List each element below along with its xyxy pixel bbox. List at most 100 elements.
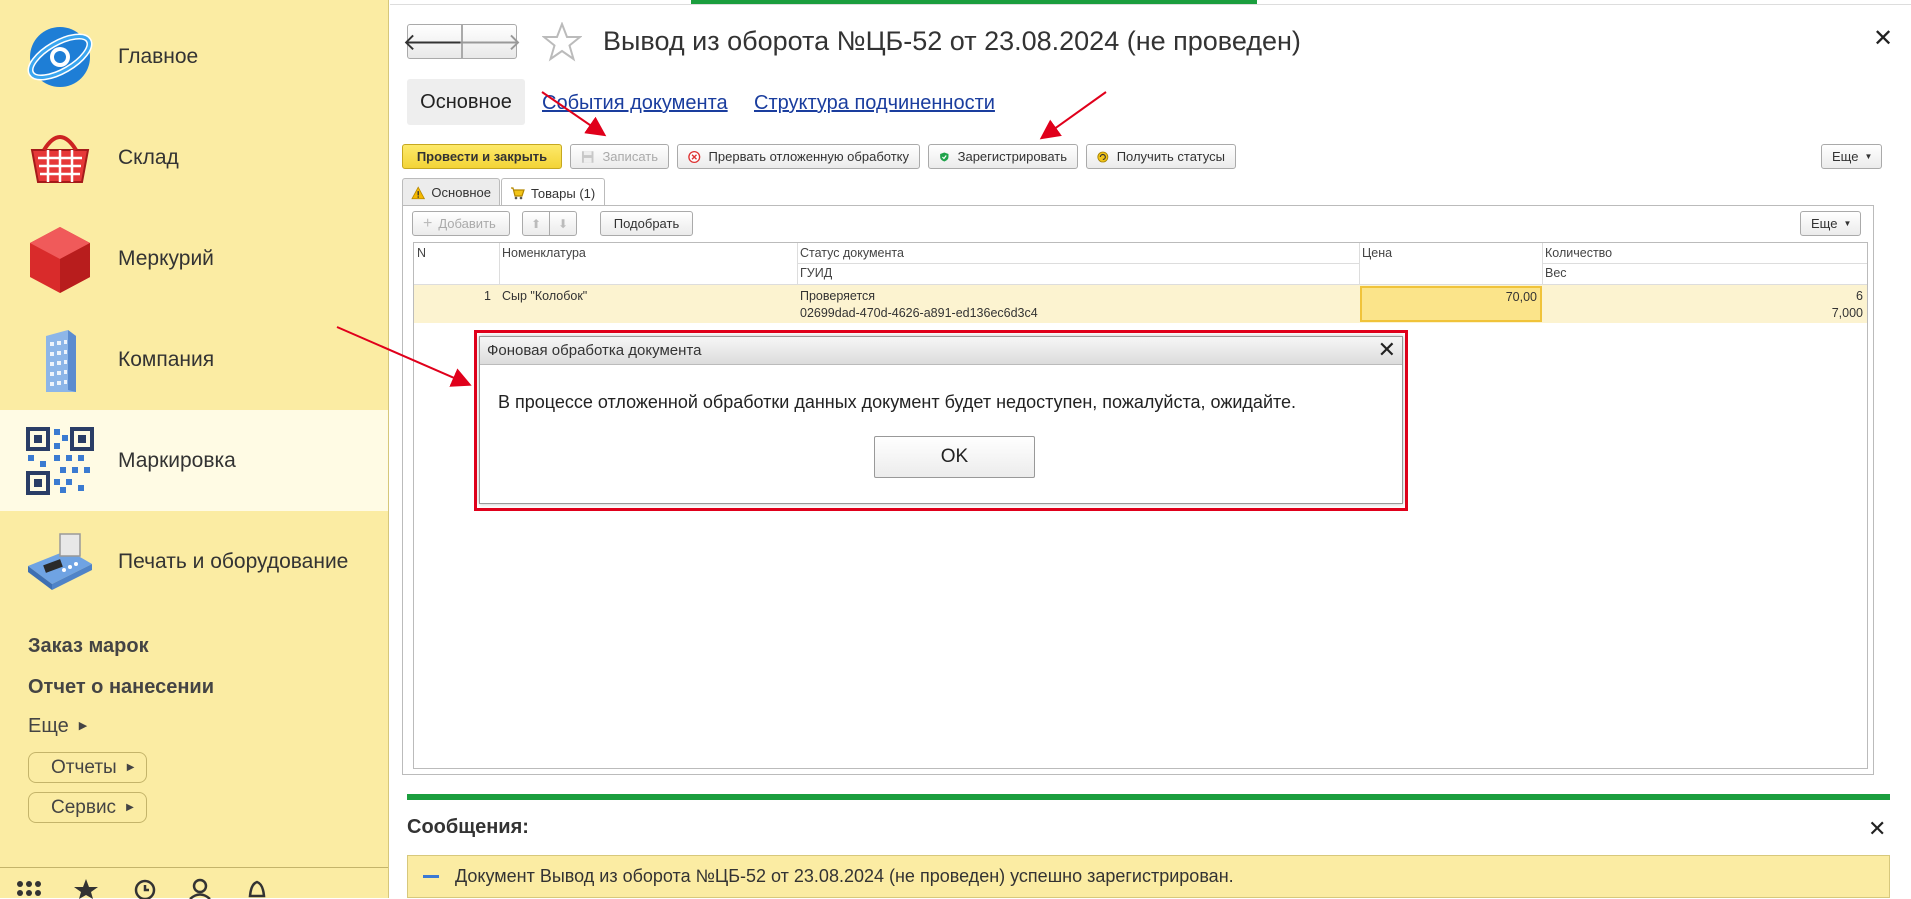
dialog-message: В процессе отложенной обработки данных д… <box>498 392 1297 412</box>
favorites-star-icon[interactable] <box>73 878 99 899</box>
move-up-button[interactable]: ⬆ <box>522 211 550 236</box>
service-button-label: Сервис <box>51 796 117 818</box>
qr-code-icon <box>26 426 94 495</box>
column-header-price[interactable]: Цена <box>1359 246 1392 260</box>
service-button[interactable]: Сервис ▶ <box>28 792 147 823</box>
user-icon[interactable] <box>187 878 213 899</box>
cell-nomenclature: Сыр "Колобок" <box>502 289 588 303</box>
column-header-weight[interactable]: Вес <box>1542 266 1567 280</box>
chevron-down-icon: ▼ <box>1864 152 1873 161</box>
triangle-right-icon: ▶ <box>78 720 88 732</box>
sidebar-more-link[interactable]: Еще ▶ <box>28 715 87 738</box>
grid-menu-icon[interactable] <box>16 878 42 899</box>
sidebar-item-main[interactable]: Главное <box>0 6 388 107</box>
forward-button[interactable]: 🡒 <box>457 24 522 59</box>
sidebar-item-label: Компания <box>118 347 215 371</box>
more-actions-label: Еще <box>1832 149 1859 164</box>
basket-icon <box>30 134 90 183</box>
table-more-button[interactable]: Еще ▼ <box>1800 211 1861 236</box>
main-content: 🡐 🡒 Вывод из оборота №ЦБ-52 от 23.08.202… <box>390 0 1911 898</box>
messages-divider <box>407 794 1890 800</box>
pick-button[interactable]: Подобрать <box>600 211 693 236</box>
more-actions-button[interactable]: Еще ▼ <box>1821 144 1882 169</box>
sidebar-item-label: Меркурий <box>118 246 214 270</box>
dialog-header: Фоновая обработка документа ✕ <box>480 337 1402 365</box>
arrow-up-icon: ⬆ <box>530 216 542 231</box>
cell-guid: 02699dad-470d-4626-a891-ed136ec6d3c4 <box>800 306 1038 320</box>
sidebar-link-order-marks[interactable]: Заказ марок <box>28 635 149 658</box>
reports-button[interactable]: Отчеты ▶ <box>28 752 147 783</box>
table-more-label: Еще <box>1811 216 1838 231</box>
floppy-disk-icon <box>581 150 594 163</box>
table-row[interactable]: 1 Сыр "Колобок" Проверяется 02699dad-470… <box>414 285 1867 323</box>
cell-n: 1 <box>484 289 491 303</box>
cell-status: Проверяется <box>800 289 876 303</box>
register-label: Зарегистрировать <box>957 149 1067 164</box>
sidebar-item-marking[interactable]: Маркировка <box>0 410 388 511</box>
register-button[interactable]: Зарегистрировать <box>928 144 1078 169</box>
dialog-close-icon[interactable]: ✕ <box>1378 339 1396 361</box>
refresh-status-icon <box>1097 151 1109 162</box>
add-button[interactable]: + Добавить <box>412 211 510 236</box>
post-and-close-button[interactable]: Провести и закрыть <box>402 144 562 169</box>
save-label: Записать <box>602 149 658 164</box>
divider <box>1542 263 1867 264</box>
tab-basic[interactable]: Основное <box>402 178 500 206</box>
sidebar: Главное Склад Меркурий Компания Маркиров… <box>0 0 389 899</box>
get-statuses-button[interactable]: Получить статусы <box>1086 144 1236 169</box>
tab-document-events[interactable]: События документа <box>542 92 728 115</box>
cube-icon <box>30 226 90 293</box>
cell-price: 70,00 <box>1505 290 1537 304</box>
messages-title: Сообщения: <box>407 816 529 838</box>
post-and-close-label: Провести и закрыть <box>416 149 548 164</box>
message-marker-icon <box>423 875 439 878</box>
move-down-button[interactable]: ⬇ <box>549 211 577 236</box>
get-statuses-label: Получить статусы <box>1116 149 1225 164</box>
notifications-bell-icon[interactable] <box>244 878 270 899</box>
sidebar-item-company[interactable]: Компания <box>0 309 388 410</box>
close-icon[interactable]: ✕ <box>1873 24 1893 53</box>
sidebar-item-print-equipment[interactable]: Печать и оборудование <box>0 511 388 612</box>
arrow-down-icon: ⬇ <box>557 216 569 231</box>
sidebar-item-warehouse[interactable]: Склад <box>0 107 388 208</box>
ok-button[interactable]: OK <box>874 436 1035 478</box>
history-clock-icon[interactable] <box>131 878 157 899</box>
tab-subordination-structure[interactable]: Структура подчиненности <box>754 92 995 115</box>
triangle-right-icon: ▶ <box>126 762 135 773</box>
divider <box>797 263 1359 264</box>
favorite-star-icon[interactable] <box>542 22 582 62</box>
column-header-quantity[interactable]: Количество <box>1542 246 1612 260</box>
dialog-title: Фоновая обработка документа <box>487 342 702 359</box>
building-icon <box>46 329 76 392</box>
triangle-right-icon: ▶ <box>126 802 134 813</box>
tab-goods[interactable]: Товары (1) <box>501 178 605 207</box>
messages-close-icon[interactable]: ✕ <box>1868 816 1886 842</box>
sidebar-item-mercury[interactable]: Меркурий <box>0 208 388 309</box>
sidebar-link-application-report[interactable]: Отчет о нанесении <box>28 676 214 699</box>
tab-basic-label: Основное <box>431 185 491 200</box>
cell-weight: 7,000 <box>1831 306 1863 320</box>
cell-price-highlight[interactable]: 70,00 <box>1360 286 1542 322</box>
column-header-n[interactable]: N <box>414 246 426 260</box>
sidebar-more-label: Еще <box>28 715 69 737</box>
sidebar-item-label: Печать и оборудование <box>118 549 349 573</box>
plus-icon: + <box>423 214 433 232</box>
save-button[interactable]: Записать <box>570 144 669 169</box>
warning-icon <box>411 185 426 199</box>
back-button[interactable]: 🡐 <box>402 24 467 59</box>
add-label: Добавить <box>438 216 496 231</box>
divider <box>390 4 1911 5</box>
interrupt-processing-button[interactable]: Прервать отложенную обработку <box>677 144 920 169</box>
column-header-nomenclature[interactable]: Номенклатура <box>499 246 586 260</box>
column-header-status[interactable]: Статус документа <box>797 246 904 260</box>
tab-main[interactable]: Основное <box>407 79 525 125</box>
tab-goods-label: Товары (1) <box>531 185 596 201</box>
column-header-guid[interactable]: ГУИД <box>797 266 832 280</box>
page-title: Вывод из оборота №ЦБ-52 от 23.08.2024 (н… <box>603 26 1301 56</box>
reports-button-label: Отчеты <box>51 756 117 778</box>
message-item[interactable]: Документ Вывод из оборота №ЦБ-52 от 23.0… <box>407 855 1890 898</box>
globe-logo-icon <box>27 26 93 87</box>
arrow-right-icon: 🡒 <box>457 28 522 56</box>
pick-label: Подобрать <box>613 216 680 231</box>
payment-terminal-icon <box>28 532 92 590</box>
